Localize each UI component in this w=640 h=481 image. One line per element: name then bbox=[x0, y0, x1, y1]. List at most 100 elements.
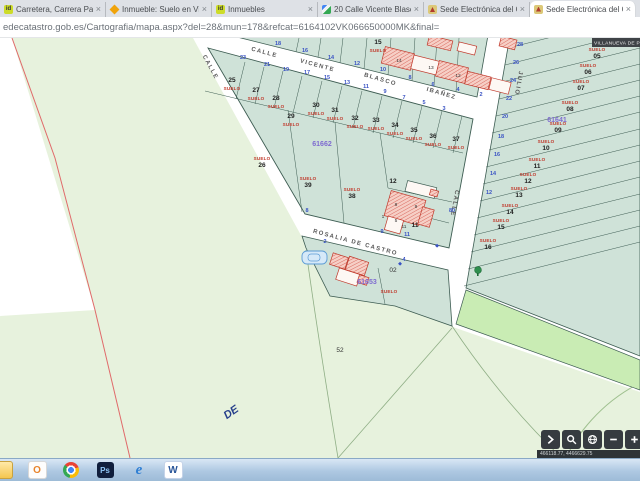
outlook-icon: O bbox=[28, 461, 47, 479]
maps-favicon-icon bbox=[322, 5, 331, 14]
diamond-favicon-icon bbox=[110, 5, 119, 14]
taskbar-outlook-icon[interactable]: O bbox=[26, 460, 48, 480]
search-button[interactable] bbox=[562, 430, 581, 449]
search-icon bbox=[566, 434, 577, 445]
street-number: 7 bbox=[402, 95, 405, 101]
tab-close-icon[interactable]: × bbox=[308, 5, 313, 14]
building-number: 5 bbox=[395, 218, 398, 224]
parcel-number: 12 bbox=[389, 178, 397, 185]
street-number: 11 bbox=[404, 232, 410, 238]
suelo-label: SUELO bbox=[387, 131, 404, 136]
idealista-favicon-icon: id bbox=[4, 5, 13, 14]
browser-tab[interactable]: Sede Electrónica del Ca× bbox=[530, 1, 636, 17]
street-number: 5 bbox=[422, 100, 425, 106]
street-number: 13 bbox=[344, 80, 350, 86]
street-number: 8 bbox=[305, 208, 308, 214]
taskbar-word-icon[interactable]: W bbox=[162, 460, 184, 480]
street-number: 23 bbox=[240, 55, 246, 61]
suelo-label: SUELO bbox=[254, 156, 271, 161]
suelo-label: SUELO bbox=[368, 126, 385, 131]
building-number: 12 bbox=[455, 73, 461, 79]
parcel-number: 13 bbox=[515, 192, 523, 199]
parcel-number: 06 bbox=[584, 69, 592, 76]
taskbar-ie-icon[interactable]: e bbox=[128, 460, 150, 480]
suelo-label: SUELO bbox=[480, 238, 497, 243]
coordinates-text: 466118.77, 4466629.75 bbox=[540, 451, 592, 457]
parcel-number: 02 bbox=[389, 267, 397, 274]
cadastral-map[interactable]: VILLANUEVA DE PER CALLECALLEVICENTEBLASC… bbox=[0, 38, 640, 458]
browser-tab-bar: idCarretera, Carrera Parti×Inmueble: Sue… bbox=[0, 0, 640, 17]
taskbar-folder-icon[interactable] bbox=[0, 460, 14, 480]
street-number: 3 bbox=[442, 106, 445, 112]
parcel-number: 25 bbox=[228, 77, 236, 84]
parcel-number: 38 bbox=[348, 193, 356, 200]
street-number: 19 bbox=[283, 67, 289, 73]
street-number: 15 bbox=[324, 75, 330, 81]
adjacent-municipality-label: VILLANUEVA DE PER bbox=[594, 41, 640, 47]
browser-tab[interactable]: idInmuebles× bbox=[212, 2, 318, 17]
tab-close-icon[interactable]: × bbox=[96, 5, 101, 14]
suelo-label: SUELO bbox=[511, 186, 528, 191]
block-number: 61641 bbox=[547, 117, 567, 124]
expand-button[interactable] bbox=[541, 430, 560, 449]
building-number: 8 bbox=[395, 202, 398, 208]
suelo-label: SUELO bbox=[308, 111, 325, 116]
building-number: 14 bbox=[396, 58, 402, 64]
tab-close-icon[interactable]: × bbox=[202, 5, 207, 14]
street-number: 8 bbox=[408, 75, 411, 81]
tab-close-icon[interactable]: × bbox=[626, 5, 631, 14]
building-number: 1 bbox=[382, 214, 385, 220]
zoom-out-button[interactable] bbox=[604, 430, 623, 449]
parcel-number: 34 bbox=[391, 122, 399, 129]
parcel-number: 07 bbox=[577, 85, 585, 92]
word-icon: W bbox=[164, 461, 183, 479]
street-number: 14 bbox=[328, 55, 335, 61]
parcel-number: 12 bbox=[524, 178, 532, 185]
browser-tab[interactable]: Inmueble: Suelo en Vill× bbox=[106, 2, 212, 17]
ie-icon: e bbox=[131, 462, 148, 478]
chrome-icon bbox=[63, 462, 79, 478]
tab-title: Sede Electrónica del Ca bbox=[440, 5, 517, 14]
adjacent-municipality-badge: VILLANUEVA DE PER bbox=[592, 38, 640, 47]
tab-title: Carretera, Carrera Parti bbox=[16, 5, 93, 14]
suelo-label: SUELO bbox=[406, 136, 423, 141]
photoshop-icon: Ps bbox=[97, 462, 114, 478]
parcel-number: 09 bbox=[554, 127, 562, 134]
suelo-label: SUELO bbox=[562, 100, 579, 105]
suelo-label: SUELO bbox=[344, 187, 361, 192]
browser-tab[interactable]: 20 Calle Vicente Blasco× bbox=[318, 2, 424, 17]
zoom-in-button[interactable] bbox=[625, 430, 640, 449]
layers-globe-button[interactable] bbox=[583, 430, 602, 449]
suelo-label: SUELO bbox=[248, 96, 265, 101]
marker-diamond-icon: ◆ bbox=[398, 261, 402, 267]
street-number: 14 bbox=[490, 171, 497, 177]
street-number: 9 bbox=[380, 229, 383, 235]
browser-tab[interactable]: idCarretera, Carrera Parti× bbox=[0, 2, 106, 17]
block-number: 61662 bbox=[312, 141, 332, 148]
tab-close-icon[interactable]: × bbox=[414, 5, 419, 14]
parcel-number: 10 bbox=[542, 145, 550, 152]
taskbar-chrome-icon[interactable] bbox=[60, 460, 82, 480]
parcel-number: 11 bbox=[534, 163, 541, 170]
street-number: 28 bbox=[517, 42, 523, 48]
map-canvas[interactable]: VILLANUEVA DE PER CALLECALLEVICENTEBLASC… bbox=[0, 38, 640, 458]
suelo-label: SUELO bbox=[381, 289, 398, 294]
layers-globe-icon bbox=[587, 434, 598, 445]
street-number: 16 bbox=[494, 152, 500, 158]
parcel-number: 32 bbox=[351, 115, 359, 122]
catastro-favicon-icon bbox=[534, 5, 543, 14]
street-number: 20 bbox=[502, 114, 508, 120]
suelo-label: SUELO bbox=[502, 203, 519, 208]
tab-close-icon[interactable]: × bbox=[520, 5, 525, 14]
taskbar-photoshop-icon[interactable]: Ps bbox=[94, 460, 116, 480]
suelo-label: SUELO bbox=[268, 104, 285, 109]
address-bar[interactable]: edecatastro.gob.es/Cartografia/mapa.aspx… bbox=[0, 17, 640, 38]
street-number: 21 bbox=[264, 62, 270, 68]
street-number: 17 bbox=[304, 70, 310, 76]
suelo-label: SUELO bbox=[347, 124, 364, 129]
street-number: 16 bbox=[302, 48, 308, 54]
street-number: 6 bbox=[431, 82, 434, 88]
street-number: 2 bbox=[323, 239, 326, 245]
parcel-number: 29 bbox=[287, 113, 295, 120]
browser-tab[interactable]: Sede Electrónica del Ca× bbox=[424, 2, 530, 17]
